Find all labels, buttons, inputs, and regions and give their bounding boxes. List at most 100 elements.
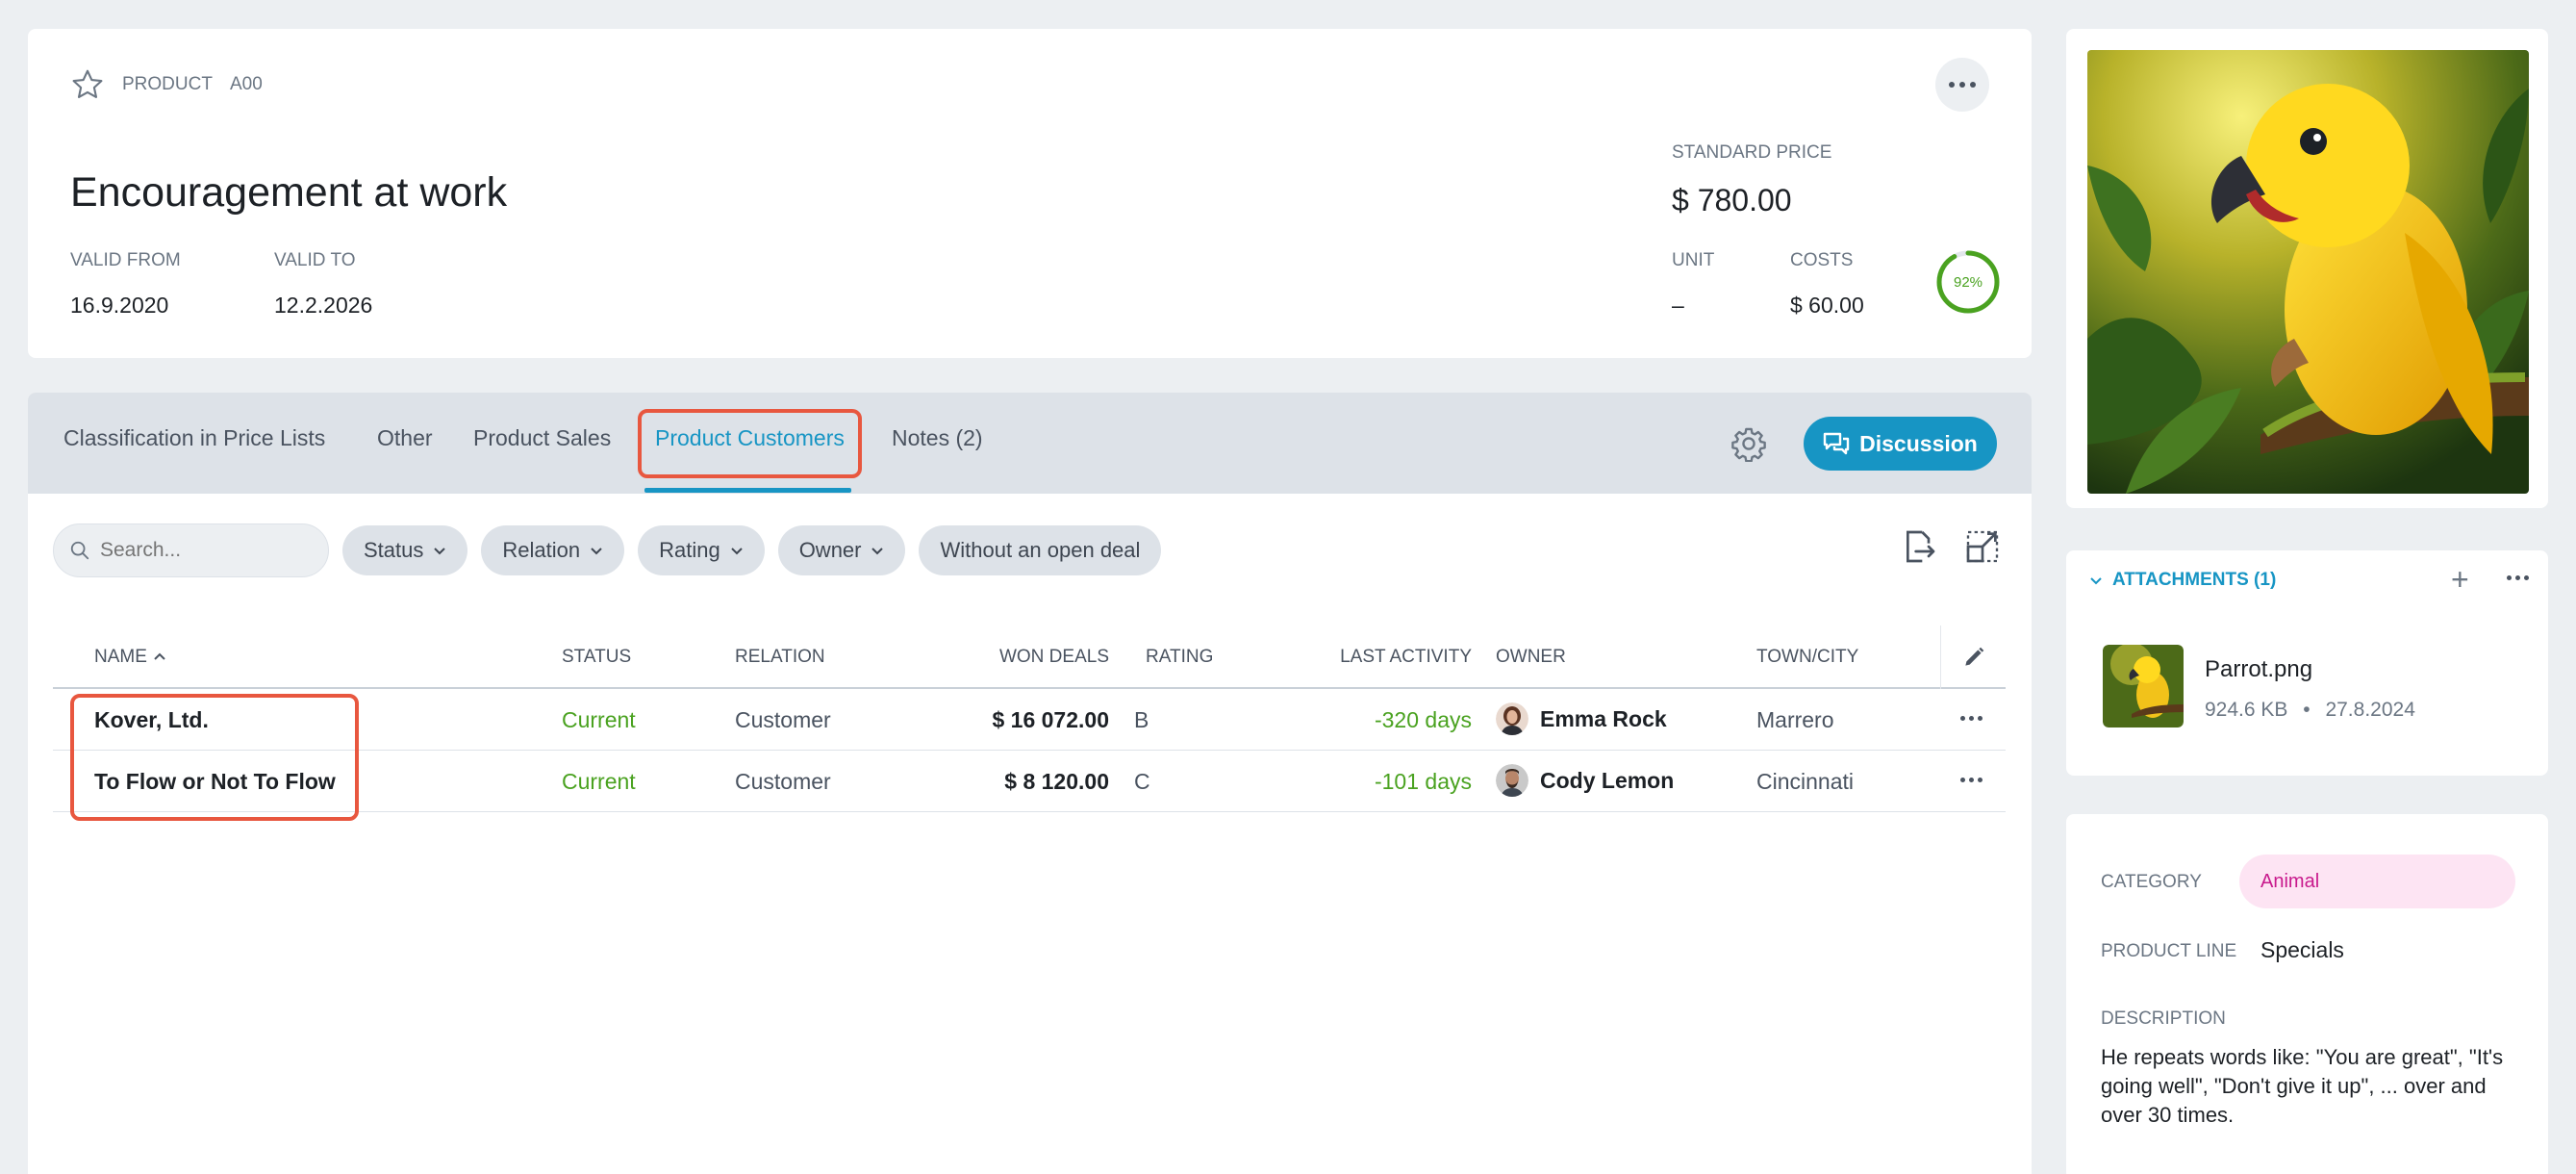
row-more-button[interactable] xyxy=(1960,716,1983,721)
filter-relation-label: Relation xyxy=(502,538,581,562)
avatar xyxy=(1496,702,1528,735)
header-meta: PRODUCT A00 xyxy=(70,67,263,102)
sort-asc-icon xyxy=(154,652,165,660)
table-header: NAME STATUS RELATION WON DEALS RATING LA… xyxy=(53,625,2006,689)
attachment-thumbnail[interactable] xyxy=(2103,645,2184,727)
name-column-highlight xyxy=(70,694,359,821)
filter-status[interactable]: Status xyxy=(342,525,468,575)
dot-icon xyxy=(1949,82,1955,88)
search-icon xyxy=(70,541,89,560)
column-name-label: NAME xyxy=(94,647,147,667)
costs-value: $ 60.00 xyxy=(1790,293,1864,318)
row-more-button[interactable] xyxy=(1960,778,1983,782)
unit-field: UNIT – xyxy=(1672,250,1714,319)
product-header-card: PRODUCT A00 Encouragement at work VALID … xyxy=(28,29,2032,358)
filter-owner-label: Owner xyxy=(798,538,862,562)
attachments-toggle[interactable]: ATTACHMENTS (1) xyxy=(2089,570,2276,591)
product-info-card: CATEGORY Animal PRODUCT LINE Specials DE… xyxy=(2066,814,2548,1174)
filter-without-open-deal[interactable]: Without an open deal xyxy=(919,525,1162,575)
export-icon[interactable] xyxy=(1900,527,1938,566)
tab-product-customers[interactable]: Product Customers xyxy=(655,425,845,451)
separator-dot: • xyxy=(2303,699,2311,721)
column-owner[interactable]: OWNER xyxy=(1496,647,1566,668)
margin-progress-ring: 92% xyxy=(1936,250,2000,314)
filter-rating-label: Rating xyxy=(659,538,720,562)
add-attachment-icon[interactable]: + xyxy=(2451,564,2469,595)
chat-icon xyxy=(1823,432,1850,455)
attachments-more-button[interactable] xyxy=(2507,575,2529,580)
tab-product-sales[interactable]: Product Sales xyxy=(473,425,611,451)
edit-columns-button[interactable] xyxy=(1940,625,2006,689)
filter-relation[interactable]: Relation xyxy=(481,525,625,575)
valid-from-field: VALID FROM 16.9.2020 xyxy=(70,250,181,319)
description-text: He repeats words like: "You are great", … xyxy=(2101,1045,2504,1127)
costs-label: COSTS xyxy=(1790,250,1854,270)
star-icon[interactable] xyxy=(70,67,105,102)
chevron-down-icon xyxy=(730,548,743,555)
owner-cell[interactable]: Emma Rock xyxy=(1496,702,1667,735)
standard-price-field: STANDARD PRICE $ 780.00 xyxy=(1672,142,1831,218)
active-tab-underline xyxy=(644,488,851,493)
tab-notes[interactable]: Notes (2) xyxy=(892,425,983,451)
category-badge: Animal xyxy=(2239,855,2515,908)
chevron-down-icon xyxy=(871,548,884,555)
tab-classification-in-price-lists[interactable]: Classification in Price Lists xyxy=(63,425,325,451)
attachment-file-name[interactable]: Parrot.png xyxy=(2205,656,2312,683)
pencil-icon xyxy=(1964,647,1983,666)
tab-other[interactable]: Other xyxy=(377,425,433,451)
customer-relation: Customer xyxy=(735,769,831,794)
filter-rating[interactable]: Rating xyxy=(638,525,765,575)
chevron-down-icon xyxy=(591,548,602,555)
attachments-card: ATTACHMENTS (1) + Parrot.png 924.6 KB • … xyxy=(2066,550,2548,776)
category-label: CATEGORY xyxy=(2101,872,2202,892)
column-status[interactable]: STATUS xyxy=(562,647,631,668)
search-input[interactable] xyxy=(100,539,312,562)
column-won-deals[interactable]: WON DEALS xyxy=(955,647,1109,668)
owner-name: Emma Rock xyxy=(1540,705,1667,731)
search-box[interactable] xyxy=(53,523,329,577)
more-options-button[interactable] xyxy=(1935,58,1989,112)
attachment-date: 27.8.2024 xyxy=(2325,699,2415,721)
attachment-size: 924.6 KB xyxy=(2205,699,2288,721)
tab-bar: Classification in Price Lists Other Prod… xyxy=(28,393,2032,494)
gear-icon[interactable] xyxy=(1730,425,1767,462)
valid-from-label: VALID FROM xyxy=(70,250,181,270)
valid-from-value: 16.9.2020 xyxy=(70,293,169,318)
dot-icon xyxy=(1970,82,1976,88)
product-line-value: Specials xyxy=(2260,937,2344,962)
column-name[interactable]: NAME xyxy=(94,647,166,668)
parrot-image[interactable] xyxy=(2087,50,2529,494)
discussion-label: Discussion xyxy=(1859,430,1978,456)
margin-progress-text: 92% xyxy=(1954,274,1983,291)
product-code: A00 xyxy=(229,74,263,94)
record-type: PRODUCT xyxy=(122,74,213,94)
valid-to-label: VALID TO xyxy=(274,250,356,270)
column-rating[interactable]: RATING xyxy=(1146,647,1213,668)
unit-value: – xyxy=(1672,293,1684,318)
page-title: Encouragement at work xyxy=(70,169,508,216)
filter-owner[interactable]: Owner xyxy=(777,525,906,575)
valid-to-field: VALID TO 12.2.2026 xyxy=(274,250,372,319)
description-label: DESCRIPTION xyxy=(2101,1008,2226,1029)
customer-status: Current xyxy=(562,769,636,794)
owner-cell[interactable]: Cody Lemon xyxy=(1496,764,1674,797)
unit-label: UNIT xyxy=(1672,250,1715,270)
town-value: Marrero xyxy=(1756,707,1834,732)
discussion-button[interactable]: Discussion xyxy=(1804,417,1997,471)
attachment-meta: 924.6 KB • 27.8.2024 xyxy=(2205,699,2415,722)
rating-value: C xyxy=(1134,769,1150,794)
last-activity-value: -101 days xyxy=(1374,769,1472,794)
won-deals-value: $ 16 072.00 xyxy=(992,707,1109,732)
standard-price-label: STANDARD PRICE xyxy=(1672,142,1832,163)
owner-name: Cody Lemon xyxy=(1540,767,1675,793)
column-town-city[interactable]: TOWN/CITY xyxy=(1756,647,1858,668)
attachments-title: ATTACHMENTS (1) xyxy=(2112,570,2277,590)
column-last-activity[interactable]: LAST ACTIVITY xyxy=(1303,647,1472,668)
chevron-down-icon xyxy=(434,548,446,555)
customer-status: Current xyxy=(562,707,636,732)
dot-icon xyxy=(1959,82,1965,88)
won-deals-value: $ 8 120.00 xyxy=(1004,769,1109,794)
column-relation[interactable]: RELATION xyxy=(735,647,825,668)
expand-icon[interactable] xyxy=(1963,527,2002,566)
product-line-label: PRODUCT LINE xyxy=(2101,941,2237,961)
